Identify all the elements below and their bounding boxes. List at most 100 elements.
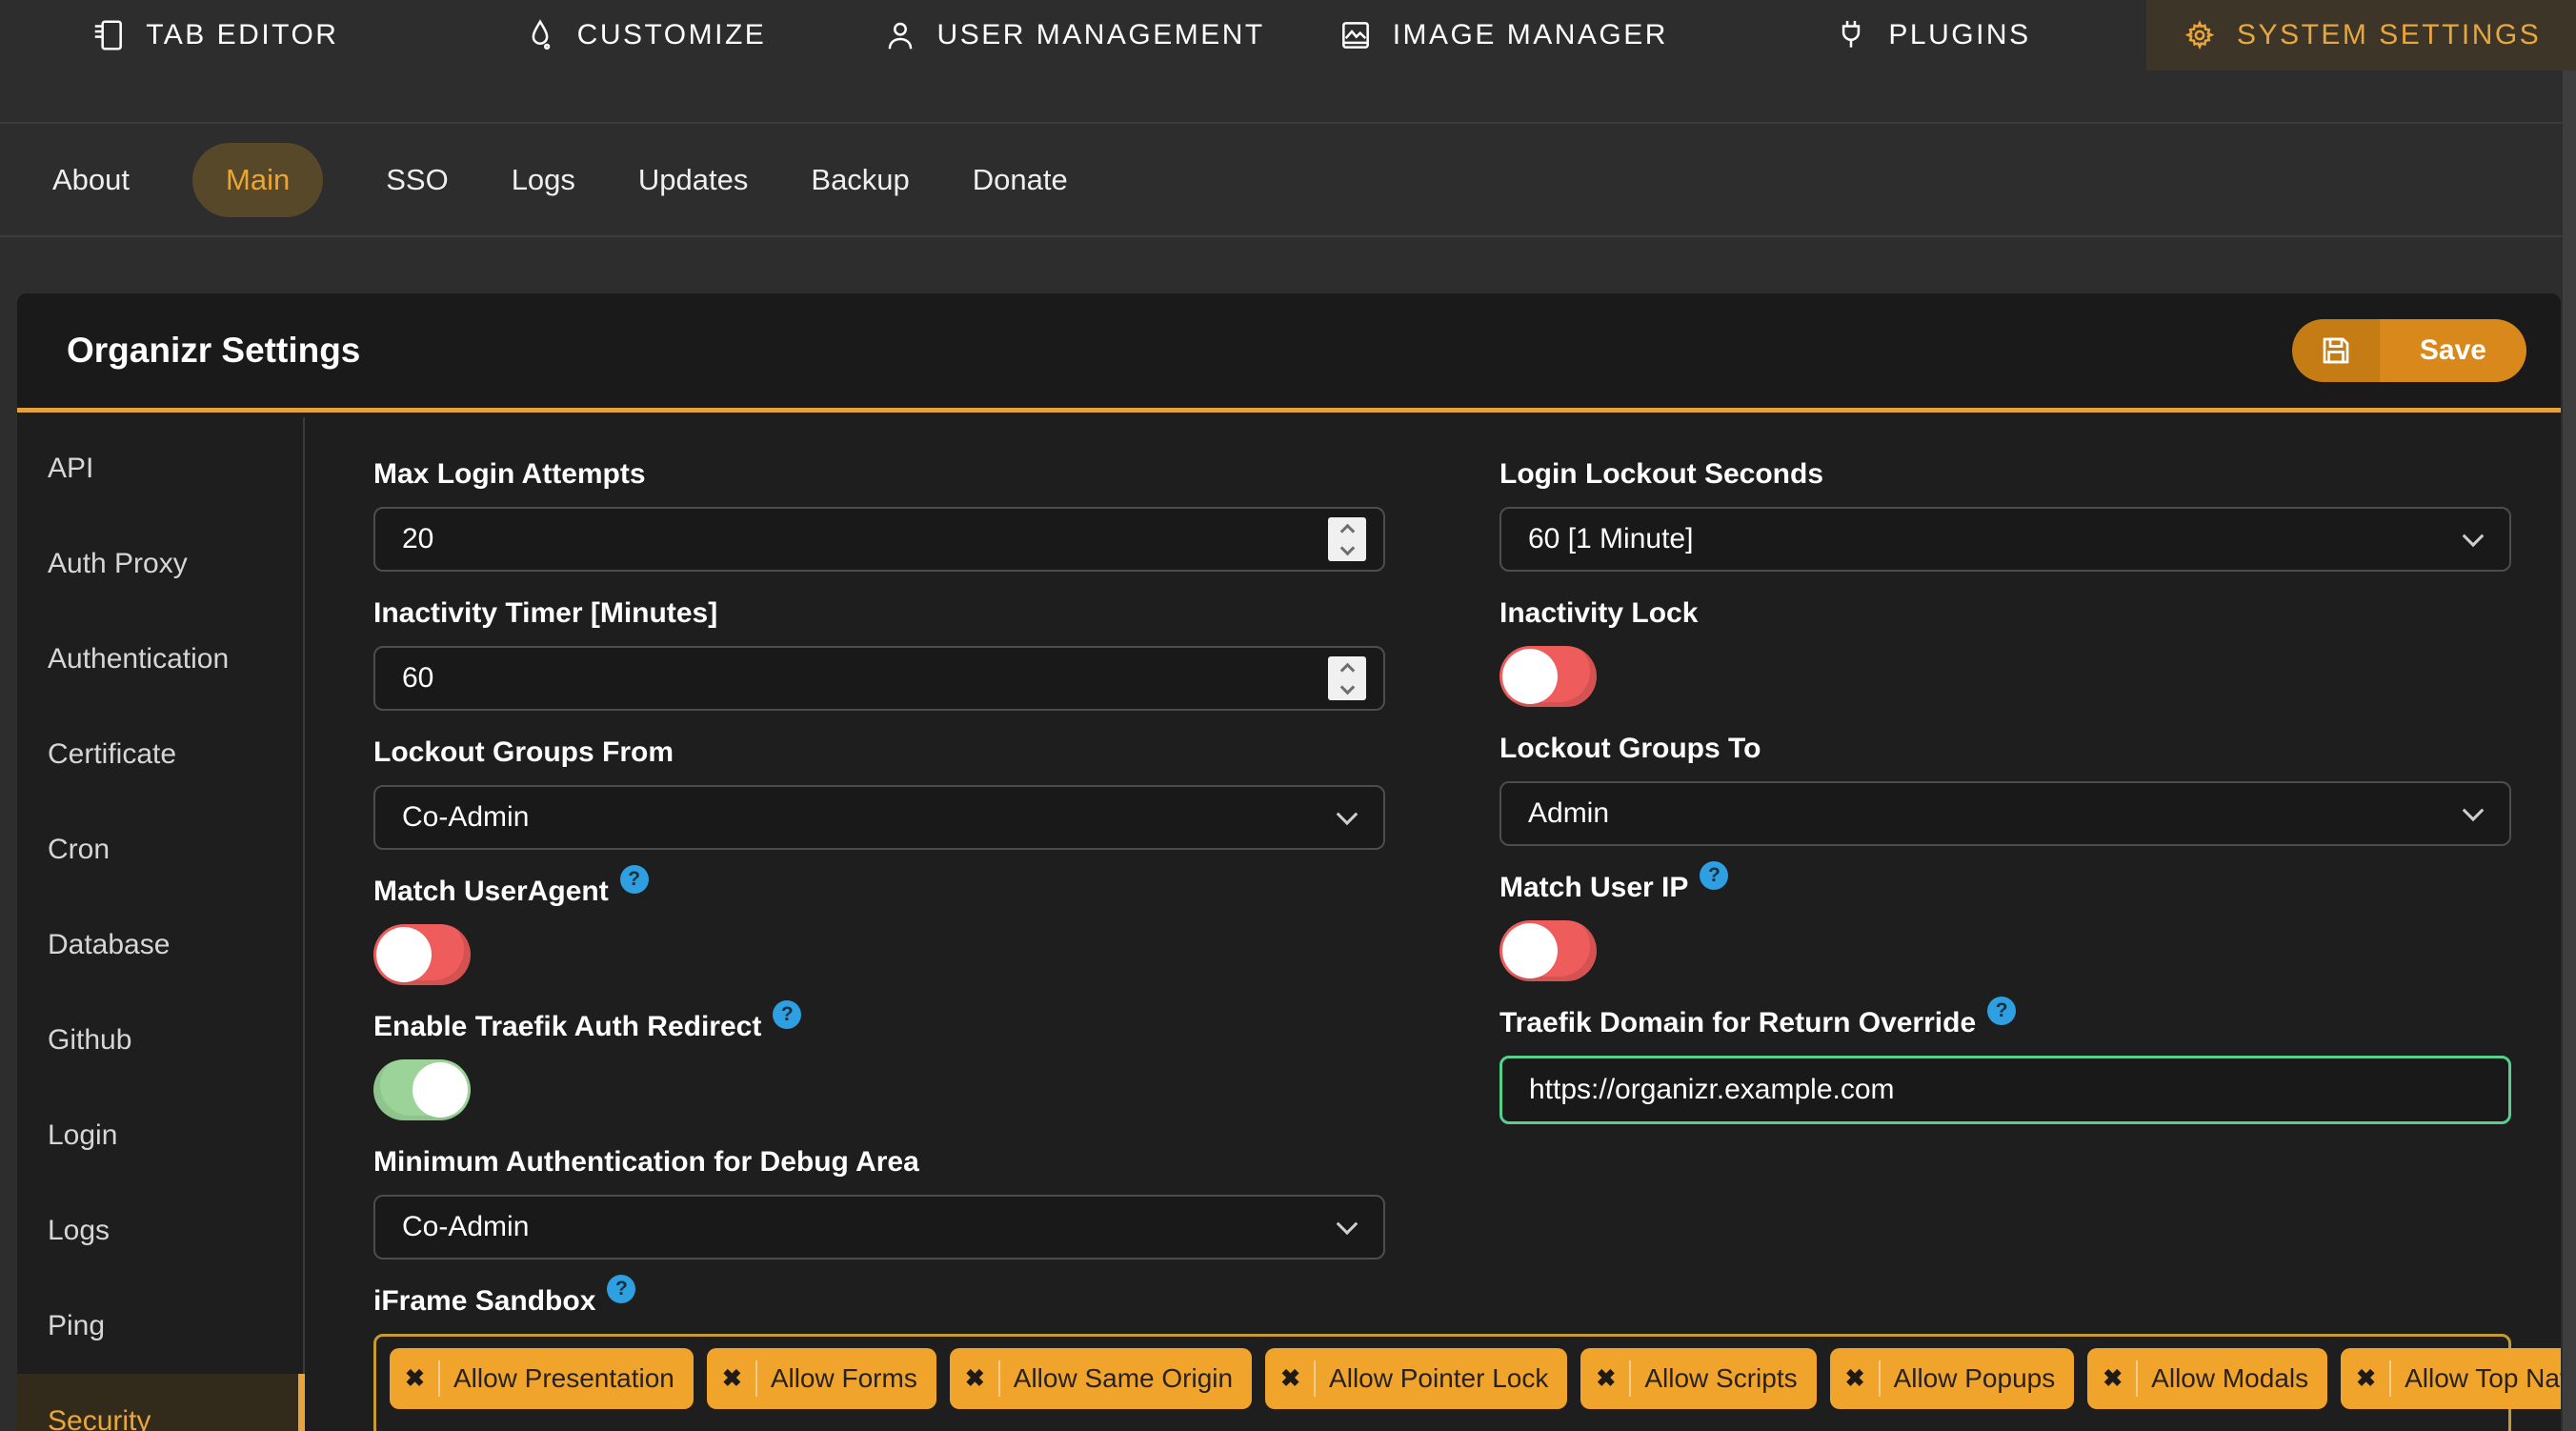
image-manager-label: IMAGE MANAGER [1392,19,1668,50]
sidebar-item-api[interactable]: API [17,421,303,516]
stepper-down-icon[interactable] [1339,540,1355,555]
toggle-knob [413,1062,468,1118]
user-management-icon [888,22,912,50]
inactivity-lock-group: Inactivity Lock [1499,596,2511,707]
card-header: Organizr Settings Save [17,293,2561,413]
sidebar-item-database[interactable]: Database [17,897,303,993]
stepper-up-icon[interactable] [1339,523,1355,538]
iframe-sandbox-group: iFrame Sandbox ? ✖ Allow Presentation ✖ … [373,1275,2561,1431]
sidebar-item-authentication[interactable]: Authentication [17,612,303,707]
user-management-nav-item[interactable]: USER MANAGEMENT [858,0,1288,71]
max-login-attempts-input[interactable] [373,507,1385,572]
tag-remove-icon[interactable]: ✖ [1596,1360,1632,1397]
plugins-icon [1842,20,1861,48]
top-navigation: TAB EDITOR CUSTOMIZE USER MANAGEMENT IMA… [0,0,2576,71]
tab-editor-label: TAB EDITOR [146,19,339,50]
login-lockout-seconds-select[interactable]: 60 [1 Minute] [1499,507,2511,572]
match-user-ip-label: Match User IP ? [1499,861,2511,905]
lockout-groups-from-select[interactable]: Co-Admin [373,785,1385,850]
save-button[interactable]: Save [2291,319,2526,382]
sidebar-item-ping[interactable]: Ping [17,1279,303,1374]
inactivity-timer-label: Inactivity Timer [Minutes] [373,597,718,629]
sidebar-item-auth-proxy[interactable]: Auth Proxy [17,516,303,612]
number-stepper[interactable] [1328,656,1366,700]
sandbox-tag: ✖ Allow Popups [1829,1348,2075,1409]
sandbox-tag: ✖ Allow Presentation [390,1348,694,1409]
chevron-down-icon [2462,525,2485,548]
match-user-ip-toggle[interactable] [1499,920,1597,981]
sandbox-tag: ✖ Allow Forms [706,1348,936,1409]
system-settings-nav-item[interactable]: SYSTEM SETTINGS [2146,0,2576,71]
traefik-domain-label: Traefik Domain for Return Override ? [1499,997,2511,1040]
lockout-groups-to-select[interactable]: Admin [1499,781,2511,846]
iframe-sandbox-label: iFrame Sandbox ? [373,1275,2511,1319]
max-login-attempts-label: Max Login Attempts [373,458,646,490]
traefik-domain-input[interactable] [1499,1056,2511,1124]
page-scrollbar[interactable] [2563,71,2576,1431]
subnav-item-about[interactable]: About [52,163,130,197]
tag-remove-icon[interactable]: ✖ [405,1360,440,1397]
customize-label: CUSTOMIZE [576,19,767,50]
enable-traefik-toggle[interactable] [373,1059,471,1120]
image-manager-nav-item[interactable]: IMAGE MANAGER [1288,0,1718,71]
match-useragent-group: Match UserAgent ? [373,865,1385,985]
tag-label: Allow Scripts [1644,1363,1798,1393]
tag-label: Allow Top Navigation [2405,1363,2561,1393]
sidebar-item-login[interactable]: Login [17,1088,303,1183]
tag-remove-icon[interactable]: ✖ [965,1360,1000,1397]
settings-sidebar: API Auth Proxy Authentication Certificat… [17,417,305,1431]
sandbox-tag: ✖ Allow Pointer Lock [1265,1348,1568,1409]
help-icon[interactable]: ? [1700,861,1729,890]
sidebar-item-cron[interactable]: Cron [17,802,303,897]
lockout-groups-to-group: Lockout Groups To Admin [1499,732,2511,846]
tag-label: Allow Popups [1893,1363,2056,1393]
subnav-item-donate[interactable]: Donate [973,163,1068,197]
image-manager-icon [1341,22,1369,49]
organizr-settings-card: Organizr Settings Save API Auth Proxy Au… [17,293,2561,1431]
organizr-system-settings-screen: TAB EDITOR CUSTOMIZE USER MANAGEMENT IMA… [0,0,2576,1431]
subnav-item-main[interactable]: Main [192,142,324,217]
subnav-item-logs[interactable]: Logs [512,163,575,197]
subnav-item-updates[interactable]: Updates [638,163,748,197]
sidebar-item-logs[interactable]: Logs [17,1183,303,1279]
help-icon[interactable]: ? [619,865,649,894]
tag-remove-icon[interactable]: ✖ [1280,1360,1317,1397]
plugins-label: PLUGINS [1888,19,2031,50]
inactivity-lock-toggle[interactable] [1499,646,1597,707]
sidebar-item-github[interactable]: Github [17,993,303,1088]
tag-remove-icon[interactable]: ✖ [722,1360,757,1397]
stepper-up-icon[interactable] [1339,662,1355,677]
match-useragent-toggle[interactable] [373,924,471,985]
customize-nav-item[interactable]: CUSTOMIZE [430,0,859,71]
sidebar-item-security[interactable]: Security [17,1374,305,1431]
chevron-down-icon [1336,803,1358,826]
help-icon[interactable]: ? [773,1000,802,1029]
tag-label: Allow Forms [770,1363,917,1393]
tag-remove-icon[interactable]: ✖ [2103,1360,2139,1397]
inactivity-timer-input[interactable] [373,646,1385,711]
toggle-knob [376,927,432,982]
number-stepper[interactable] [1328,517,1366,561]
sidebar-item-certificate[interactable]: Certificate [17,707,303,802]
iframe-sandbox-tag-input[interactable]: ✖ Allow Presentation ✖ Allow Forms ✖ All… [373,1334,2561,1431]
page-title: Organizr Settings [67,331,361,370]
login-lockout-seconds-group: Login Lockout Seconds 60 [1 Minute] [1499,457,2511,572]
subnav-item-sso[interactable]: SSO [386,163,448,197]
subnav-item-backup[interactable]: Backup [811,163,909,197]
help-icon[interactable]: ? [607,1275,636,1303]
system-settings-label: SYSTEM SETTINGS [2237,19,2542,50]
help-icon[interactable]: ? [1987,997,2017,1025]
min-auth-debug-select[interactable]: Co-Admin [373,1195,1385,1260]
plugins-nav-item[interactable]: PLUGINS [1718,0,2147,71]
tab-editor-nav-item[interactable]: TAB EDITOR [0,0,430,71]
tag-remove-icon[interactable]: ✖ [1845,1360,1881,1397]
stepper-down-icon[interactable] [1339,679,1355,695]
tag-label: Allow Presentation [453,1363,674,1393]
toggle-knob [1502,923,1558,978]
chevron-down-icon [2462,799,2485,822]
save-icon-segment [2291,319,2380,382]
floppy-disk-icon [2323,337,2349,364]
sandbox-tag: ✖ Allow Top Navigation [2341,1348,2561,1409]
tag-remove-icon[interactable]: ✖ [2356,1360,2392,1397]
min-auth-debug-label: Minimum Authentication for Debug Area [373,1146,919,1178]
